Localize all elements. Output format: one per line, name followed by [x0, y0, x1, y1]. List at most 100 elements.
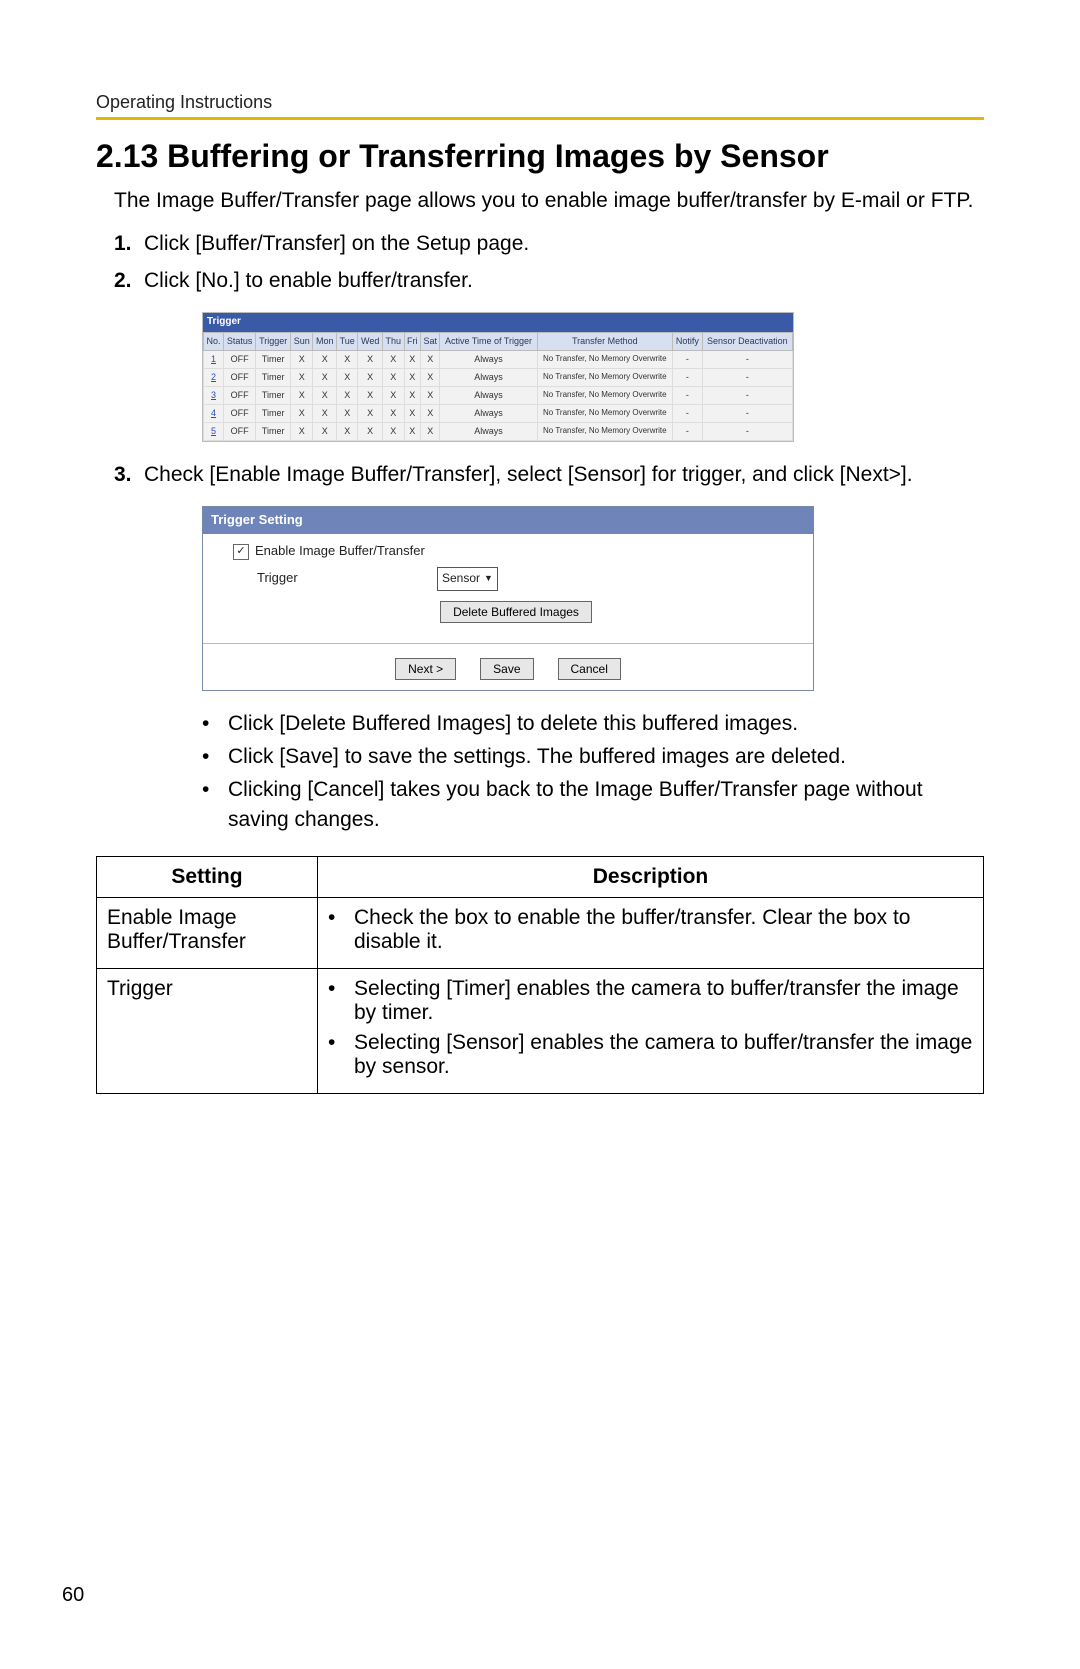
- trigger-row-wed: X: [358, 368, 383, 386]
- trigger-row-active: Always: [440, 368, 537, 386]
- trigger-row-wed: X: [358, 386, 383, 404]
- settings-r2-d2: Selecting [Sensor] enables the camera to…: [328, 1031, 973, 1079]
- trigger-row-status: OFF: [224, 422, 256, 440]
- next-button[interactable]: Next >: [395, 658, 456, 680]
- trigger-row-notify: -: [673, 404, 703, 422]
- th-no: No.: [204, 332, 224, 350]
- trigger-row-no[interactable]: 2: [204, 368, 224, 386]
- trigger-row-mon: X: [313, 404, 337, 422]
- trigger-row-no[interactable]: 4: [204, 404, 224, 422]
- th-sensor: Sensor Deactivation: [702, 332, 792, 350]
- trigger-row-fri: X: [404, 404, 420, 422]
- note-2: Click [Save] to save the settings. The b…: [202, 742, 984, 771]
- trigger-table: No. Status Trigger Sun Mon Tue Wed Thu F…: [203, 332, 793, 441]
- enable-checkbox[interactable]: ✓: [233, 544, 249, 560]
- trigger-row-status: OFF: [224, 368, 256, 386]
- trigger-row-tue: X: [337, 350, 358, 368]
- document-page: Operating Instructions 2.13 Buffering or…: [0, 0, 1080, 1669]
- divider: [203, 643, 813, 644]
- trigger-row-method: No Transfer, No Memory Overwrite: [537, 422, 673, 440]
- settings-r2-desc: Selecting [Timer] enables the camera to …: [318, 969, 984, 1094]
- trigger-row-thu: X: [382, 368, 404, 386]
- trigger-row-active: Always: [440, 350, 537, 368]
- trigger-select-value: Sensor: [442, 570, 480, 587]
- step-1-num: 1.: [114, 229, 132, 259]
- step-2: 2. Click [No.] to enable buffer/transfer…: [114, 266, 984, 442]
- trigger-row-fri: X: [404, 386, 420, 404]
- trigger-row-thu: X: [382, 404, 404, 422]
- trigger-row-mon: X: [313, 350, 337, 368]
- trigger-row-mon: X: [313, 368, 337, 386]
- trigger-row-sun: X: [291, 368, 313, 386]
- trigger-row-no[interactable]: 1: [204, 350, 224, 368]
- step-3-notes: Click [Delete Buffered Images] to delete…: [202, 709, 984, 835]
- trigger-row-notify: -: [673, 386, 703, 404]
- step-3: 3. Check [Enable Image Buffer/Transfer],…: [114, 460, 984, 834]
- trigger-row-method: No Transfer, No Memory Overwrite: [537, 368, 673, 386]
- settings-th-setting: Setting: [97, 857, 318, 898]
- settings-r2-d1: Selecting [Timer] enables the camera to …: [328, 977, 973, 1025]
- trigger-row-active: Always: [440, 386, 537, 404]
- trigger-setting-body: ✓ Enable Image Buffer/Transfer Trigger S…: [203, 534, 813, 632]
- trigger-row-thu: X: [382, 350, 404, 368]
- th-mon: Mon: [313, 332, 337, 350]
- step-1: 1. Click [Buffer/Transfer] on the Setup …: [114, 229, 984, 259]
- th-thu: Thu: [382, 332, 404, 350]
- trigger-setting-titlebar: Trigger Setting: [203, 507, 813, 534]
- step-3-num: 3.: [114, 460, 132, 490]
- settings-r1-setting: Enable Image Buffer/Transfer: [97, 898, 318, 969]
- trigger-row: 4OFFTimerXXXXXXXAlwaysNo Transfer, No Me…: [204, 404, 793, 422]
- trigger-row-sun: X: [291, 350, 313, 368]
- trigger-row-sun: X: [291, 404, 313, 422]
- trigger-table-title: Trigger: [203, 313, 793, 332]
- settings-table: Setting Description Enable Image Buffer/…: [96, 856, 984, 1094]
- enable-row: ✓ Enable Image Buffer/Transfer: [233, 542, 799, 561]
- trigger-setting-screenshot: Trigger Setting ✓ Enable Image Buffer/Tr…: [202, 506, 814, 690]
- trigger-row-fri: X: [404, 368, 420, 386]
- trigger-label: Trigger: [257, 569, 437, 588]
- cancel-button[interactable]: Cancel: [558, 658, 621, 680]
- trigger-row-notify: -: [673, 422, 703, 440]
- trigger-row-sat: X: [420, 368, 440, 386]
- trigger-row-trigger: Timer: [256, 404, 291, 422]
- trigger-table-head: No. Status Trigger Sun Mon Tue Wed Thu F…: [204, 332, 793, 350]
- section-title: 2.13 Buffering or Transferring Images by…: [96, 138, 984, 175]
- intro-paragraph: The Image Buffer/Transfer page allows yo…: [114, 187, 984, 215]
- trigger-row-sun: X: [291, 422, 313, 440]
- note-3: Clicking [Cancel] takes you back to the …: [202, 775, 984, 834]
- step-2-text: Click [No.] to enable buffer/transfer.: [144, 269, 473, 292]
- trigger-row-sat: X: [420, 404, 440, 422]
- chevron-down-icon: ▼: [484, 572, 493, 585]
- trigger-row-sat: X: [420, 422, 440, 440]
- th-active: Active Time of Trigger: [440, 332, 537, 350]
- trigger-row-trigger: Timer: [256, 368, 291, 386]
- trigger-row-sensor: -: [702, 386, 792, 404]
- settings-r2-setting: Trigger: [97, 969, 318, 1094]
- th-status: Status: [224, 332, 256, 350]
- trigger-row-no[interactable]: 3: [204, 386, 224, 404]
- trigger-row: 1OFFTimerXXXXXXXAlwaysNo Transfer, No Me…: [204, 350, 793, 368]
- save-button[interactable]: Save: [480, 658, 533, 680]
- note-1: Click [Delete Buffered Images] to delete…: [202, 709, 984, 738]
- trigger-row-fri: X: [404, 350, 420, 368]
- trigger-row-no[interactable]: 5: [204, 422, 224, 440]
- trigger-select[interactable]: Sensor ▼: [437, 567, 498, 590]
- trigger-row-mon: X: [313, 386, 337, 404]
- trigger-row-tue: X: [337, 422, 358, 440]
- trigger-row-tue: X: [337, 404, 358, 422]
- settings-r1-desc: Check the box to enable the buffer/trans…: [318, 898, 984, 969]
- trigger-row-method: No Transfer, No Memory Overwrite: [537, 350, 673, 368]
- trigger-row-sat: X: [420, 386, 440, 404]
- trigger-row-method: No Transfer, No Memory Overwrite: [537, 386, 673, 404]
- trigger-row-tue: X: [337, 368, 358, 386]
- th-sat: Sat: [420, 332, 440, 350]
- delete-buffered-images-button[interactable]: Delete Buffered Images: [440, 601, 592, 623]
- trigger-row-sat: X: [420, 350, 440, 368]
- trigger-row: Trigger Sensor ▼: [257, 567, 799, 590]
- trigger-row-wed: X: [358, 404, 383, 422]
- trigger-row-status: OFF: [224, 404, 256, 422]
- trigger-row-trigger: Timer: [256, 422, 291, 440]
- trigger-row-sensor: -: [702, 404, 792, 422]
- trigger-row-method: No Transfer, No Memory Overwrite: [537, 404, 673, 422]
- th-wed: Wed: [358, 332, 383, 350]
